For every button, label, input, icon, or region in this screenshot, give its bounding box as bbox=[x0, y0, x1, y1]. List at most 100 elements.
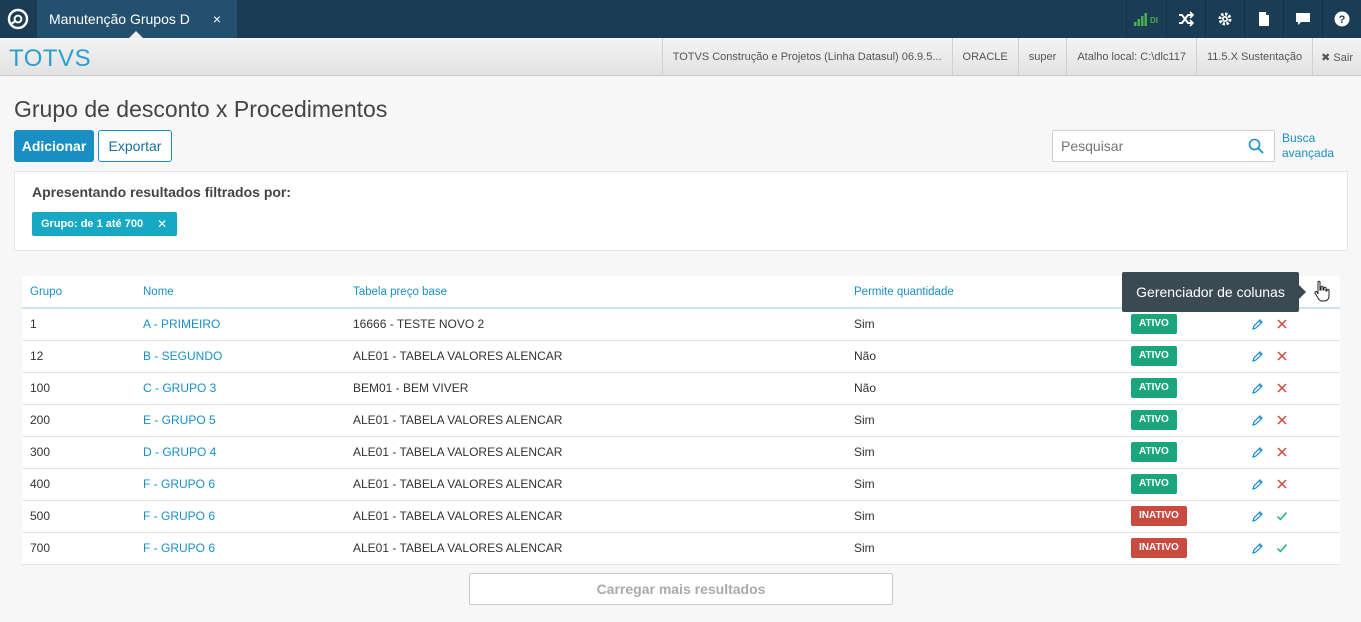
search-icon[interactable] bbox=[1248, 138, 1264, 154]
cell-nome-link[interactable]: F - GRUPO 6 bbox=[135, 500, 345, 532]
brand-logo: TOTVS bbox=[9, 45, 92, 72]
cell-tabela: 16666 - TESTE NOVO 2 bbox=[353, 317, 485, 332]
status-badge: ATIVO bbox=[1131, 346, 1177, 366]
exit-button[interactable]: ✖ Sair bbox=[1312, 38, 1361, 76]
cell-actions bbox=[1226, 468, 1340, 500]
edit-icon[interactable] bbox=[1252, 510, 1264, 522]
app-header: TOTVS TOTVS Construção e Projetos (Linha… bbox=[0, 38, 1361, 76]
cell-nome-link[interactable]: E - GRUPO 5 bbox=[135, 404, 345, 436]
tab-manutencao-grupos[interactable]: Manutenção Grupos D × bbox=[37, 0, 237, 38]
signal-icon[interactable]: DI bbox=[1126, 0, 1166, 38]
status-badge: ATIVO bbox=[1131, 474, 1177, 494]
table-row[interactable]: 500 F - GRUPO 6 ALE01 - TABELA VALORES ALE… bbox=[22, 500, 1340, 532]
header-version: 11.5.X Sustentação bbox=[1195, 38, 1312, 76]
cell-grupo: 200 bbox=[30, 413, 51, 427]
cell-permite: Sim bbox=[854, 541, 875, 555]
column-header-nome[interactable]: Nome bbox=[135, 276, 345, 309]
cell-nome-link[interactable]: F - GRUPO 6 bbox=[135, 532, 345, 564]
table-row[interactable]: 1 A - PRIMEIRO 16666 - TESTE NOVO 2 Sim ATIV… bbox=[22, 308, 1340, 340]
delete-icon[interactable] bbox=[1276, 414, 1288, 426]
cell-actions bbox=[1226, 372, 1340, 404]
edit-icon[interactable] bbox=[1252, 350, 1264, 362]
tab-close-icon[interactable]: × bbox=[213, 11, 221, 27]
search-box bbox=[1052, 130, 1275, 162]
table-row[interactable]: 400 F - GRUPO 6 ALE01 - TABELA VALORES ALE… bbox=[22, 468, 1340, 500]
add-button[interactable]: Adicionar bbox=[14, 130, 94, 162]
cell-grupo: 100 bbox=[30, 381, 51, 395]
status-badge: INATIVO bbox=[1131, 538, 1187, 558]
cell-actions bbox=[1226, 436, 1340, 468]
delete-icon[interactable] bbox=[1276, 318, 1288, 330]
app-logo-icon[interactable] bbox=[0, 0, 36, 38]
help-icon[interactable]: ? bbox=[1322, 0, 1361, 38]
advanced-search-link[interactable]: Busca avançada bbox=[1282, 131, 1334, 161]
cell-actions bbox=[1226, 308, 1340, 340]
cell-status: INATIVO bbox=[1123, 532, 1226, 564]
gear-icon[interactable] bbox=[1205, 0, 1244, 38]
cell-tabela: ALE01 - TABELA VALORES ALENCAR bbox=[353, 413, 563, 427]
page-title: Grupo de desconto x Procedimentos bbox=[14, 96, 388, 122]
header-database: ORACLE bbox=[951, 38, 1018, 76]
delete-icon[interactable] bbox=[1276, 446, 1288, 458]
edit-icon[interactable] bbox=[1252, 542, 1264, 554]
status-badge: ATIVO bbox=[1131, 442, 1177, 462]
cell-tabela: ALE01 - TABELA VALORES ALENCAR bbox=[353, 445, 563, 459]
delete-icon[interactable] bbox=[1276, 350, 1288, 362]
column-header-tabela[interactable]: Tabela preço base bbox=[345, 276, 846, 309]
chat-icon[interactable] bbox=[1283, 0, 1322, 38]
export-button[interactable]: Exportar bbox=[98, 130, 172, 162]
filter-chip[interactable]: Grupo: de 1 até 700 ✕ bbox=[32, 212, 178, 236]
cell-permite: Sim bbox=[854, 445, 875, 459]
cell-status: ATIVO bbox=[1123, 340, 1226, 372]
load-more-button[interactable]: Carregar mais resultados bbox=[469, 573, 893, 605]
table-row[interactable]: 300 D - GRUPO 4 ALE01 - TABELA VALORES ALE… bbox=[22, 436, 1340, 468]
activate-check-icon[interactable] bbox=[1276, 510, 1288, 522]
svg-text:?: ? bbox=[1339, 14, 1346, 26]
shuffle-icon[interactable] bbox=[1166, 0, 1205, 38]
close-icon[interactable]: ✕ bbox=[157, 217, 167, 231]
delete-icon[interactable] bbox=[1276, 478, 1288, 490]
cell-permite: Sim bbox=[854, 509, 875, 523]
cell-nome-link[interactable]: C - GRUPO 3 bbox=[135, 372, 345, 404]
status-badge: ATIVO bbox=[1131, 314, 1177, 335]
edit-icon[interactable] bbox=[1252, 478, 1264, 490]
document-icon[interactable] bbox=[1244, 0, 1283, 38]
cell-tabela: BEM01 - BEM VIVER bbox=[353, 381, 469, 395]
cell-status: ATIVO bbox=[1123, 372, 1226, 404]
cell-nome-link[interactable]: D - GRUPO 4 bbox=[135, 436, 345, 468]
cell-tabela: ALE01 - TABELA VALORES ALENCAR bbox=[353, 509, 563, 523]
activate-check-icon[interactable] bbox=[1276, 542, 1288, 554]
filter-panel: Apresentando resultados filtrados por: G… bbox=[14, 171, 1348, 251]
filter-title: Apresentando resultados filtrados por: bbox=[32, 184, 292, 200]
cell-tabela: ALE01 - TABELA VALORES ALENCAR bbox=[353, 349, 563, 363]
cell-status: ATIVO bbox=[1123, 404, 1226, 436]
edit-icon[interactable] bbox=[1252, 318, 1264, 331]
column-manager-tooltip: Gerenciador de colunas bbox=[1122, 272, 1306, 312]
edit-icon[interactable] bbox=[1252, 446, 1264, 458]
cell-actions bbox=[1226, 340, 1340, 372]
tab-indicator bbox=[129, 31, 143, 38]
cell-nome-link[interactable]: B - SEGUNDO bbox=[135, 340, 345, 372]
cell-grupo: 700 bbox=[30, 541, 51, 555]
column-header-permite[interactable]: Permite quantidade bbox=[846, 276, 1123, 309]
tab-label: Manutenção Grupos D bbox=[49, 11, 190, 27]
column-header-grupo[interactable]: Grupo bbox=[22, 276, 135, 309]
table-row[interactable]: 200 E - GRUPO 5 ALE01 - TABELA VALORES ALE… bbox=[22, 404, 1340, 436]
table-row[interactable]: 12 B - SEGUNDO ALE01 - TABELA VALORES ALEN… bbox=[22, 340, 1340, 372]
status-badge: ATIVO bbox=[1131, 378, 1177, 398]
cell-nome-link[interactable]: A - PRIMEIRO bbox=[135, 308, 345, 340]
search-input[interactable] bbox=[1053, 131, 1233, 161]
table-row[interactable]: 100 C - GRUPO 3 BEM01 - BEM VIVER Não ATIVO bbox=[22, 372, 1340, 404]
top-toolbar: DI ? bbox=[1126, 0, 1361, 38]
cell-actions bbox=[1226, 532, 1340, 564]
cell-permite: Não bbox=[854, 349, 877, 363]
table-row[interactable]: 700 F - GRUPO 6 ALE01 - TABELA VALORES ALE… bbox=[22, 532, 1340, 564]
cell-tabela: ALE01 - TABELA VALORES ALENCAR bbox=[353, 541, 563, 555]
cell-grupo: 1 bbox=[30, 317, 37, 332]
delete-icon[interactable] bbox=[1276, 382, 1288, 394]
top-bar: Manutenção Grupos D × DI ? bbox=[0, 0, 1361, 38]
edit-icon[interactable] bbox=[1252, 414, 1264, 426]
cell-nome-link[interactable]: F - GRUPO 6 bbox=[135, 468, 345, 500]
edit-icon[interactable] bbox=[1252, 382, 1264, 394]
cell-permite: Sim bbox=[854, 413, 875, 427]
